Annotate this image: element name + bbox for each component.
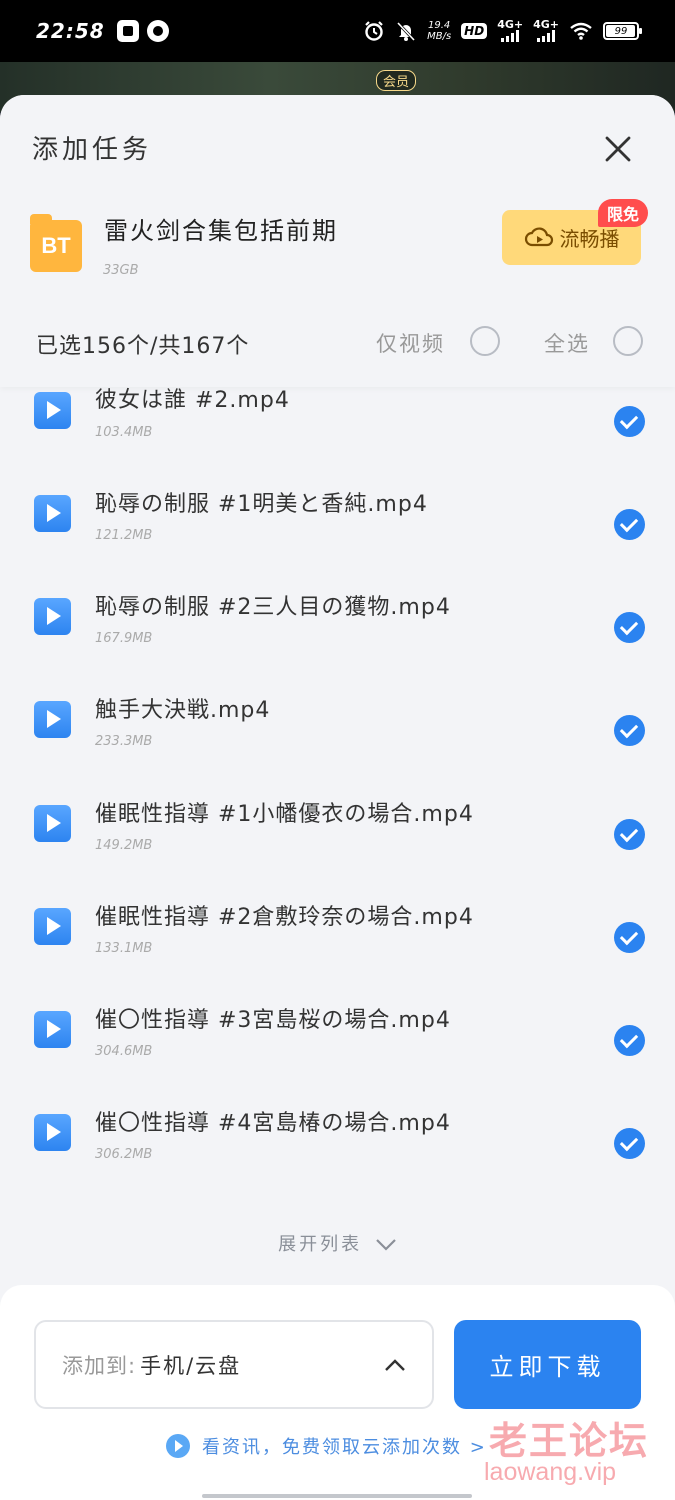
watermark-url: laowang.vip (484, 1458, 617, 1486)
list-item[interactable]: 催眠性指導 #1小幡優衣の場合.mp4 149.2MB (0, 799, 675, 902)
destination-prefix: 添加到: (62, 1353, 137, 1378)
bt-folder-icon: BT (30, 214, 82, 272)
stream-play-label: 流畅播 (559, 227, 620, 251)
file-name: 彼女は誰 #2.mp4 (95, 388, 290, 413)
file-list: 彼女は誰 #2.mp4 103.4MB 恥辱の制服 #1明美と香純.mp4 12… (0, 387, 675, 1211)
select-all-label: 全选 (544, 332, 590, 356)
select-all-radio[interactable] (613, 326, 643, 356)
status-bar: 22:58 19.4 MB/s HD 4G+ 4G+ 99 (0, 0, 675, 62)
checked-icon[interactable] (614, 406, 645, 437)
alarm-icon (365, 21, 383, 41)
net-speed: 19.4 MB/s (427, 20, 452, 42)
list-item[interactable]: 催〇性指導 #4宮島椿の場合.mp4 306.2MB (0, 1108, 675, 1211)
checked-icon[interactable] (614, 509, 645, 540)
video-file-icon (34, 1114, 71, 1151)
promo-text: 看资讯，免费领取云添加次数 > (202, 1437, 487, 1458)
file-name: 触手大決戦.mp4 (95, 698, 271, 723)
close-icon[interactable] (598, 129, 638, 169)
video-file-icon (34, 392, 71, 429)
download-now-button[interactable]: 立即下载 (454, 1320, 641, 1409)
expand-list-label: 展开列表 (278, 1234, 363, 1255)
selection-count: 已选156个/共167个 (36, 334, 250, 359)
file-name: 催眠性指導 #2倉敷玲奈の場合.mp4 (95, 905, 474, 930)
chevron-up-icon (385, 1358, 405, 1371)
destination-value: 手机/云盘 (140, 1353, 242, 1378)
torrent-name: 雷火剑合集包括前期 (104, 217, 338, 245)
add-task-sheet: 添加任务 BT 雷火剑合集包括前期 33GB 流畅播 限免 已选156个/共16… (0, 95, 675, 1500)
list-item[interactable]: 催〇性指導 #3宮島桜の場合.mp4 304.6MB (0, 1005, 675, 1108)
battery-icon: 99 (603, 22, 642, 40)
video-only-label: 仅视频 (376, 332, 445, 356)
torrent-size: 33GB (103, 263, 139, 278)
status-time: 22:58 (36, 19, 105, 43)
app-icon (116, 20, 139, 42)
cloud-play-icon (524, 226, 553, 246)
hd-badge: HD (461, 23, 488, 39)
checked-icon[interactable] (614, 612, 645, 643)
checked-icon[interactable] (614, 1025, 645, 1056)
file-name: 催眠性指導 #1小幡優衣の場合.mp4 (95, 802, 474, 827)
list-item[interactable]: 触手大決戦.mp4 233.3MB (0, 696, 675, 799)
sheet-header: 添加任务 BT 雷火剑合集包括前期 33GB 流畅播 限免 已选156个/共16… (0, 95, 675, 387)
file-size: 304.6MB (95, 1044, 153, 1059)
watermark-title: 老王论坛 (489, 1419, 650, 1463)
expand-list-button[interactable]: 展开列表 (0, 1230, 675, 1256)
file-name: 恥辱の制服 #2三人目の獲物.mp4 (95, 595, 451, 620)
promo-link[interactable]: 看资讯，免费领取云添加次数 > (166, 1433, 487, 1459)
file-name: 恥辱の制服 #1明美と香純.mp4 (95, 492, 428, 517)
video-file-icon (34, 1011, 71, 1048)
file-size: 103.4MB (95, 425, 153, 440)
video-file-icon (34, 598, 71, 635)
checked-icon[interactable] (614, 819, 645, 850)
free-badge: 限免 (598, 199, 649, 227)
home-indicator[interactable] (202, 1494, 472, 1498)
mute-icon (397, 21, 416, 42)
destination-selector[interactable]: 添加到: 手机/云盘 (34, 1320, 434, 1409)
file-size: 167.9MB (95, 631, 153, 646)
file-size: 233.3MB (95, 734, 153, 749)
play-circle-icon (166, 1434, 190, 1458)
status-indicators: 19.4 MB/s HD 4G+ 4G+ 99 (363, 19, 642, 42)
vip-badge: 会员 (376, 70, 417, 91)
signal-icon: 4G+ (497, 19, 523, 42)
video-only-radio[interactable] (470, 326, 500, 356)
browser-icon (146, 20, 169, 42)
video-file-icon (34, 701, 71, 738)
signal-icon-2: 4G+ (533, 19, 559, 42)
file-name: 催〇性指導 #4宮島椿の場合.mp4 (95, 1111, 451, 1136)
wifi-icon (570, 22, 592, 40)
file-size: 121.2MB (95, 528, 153, 543)
list-item[interactable]: 恥辱の制服 #1明美と香純.mp4 121.2MB (0, 490, 675, 593)
file-size: 149.2MB (95, 838, 153, 853)
video-file-icon (34, 908, 71, 945)
video-file-icon (34, 805, 71, 842)
list-item[interactable]: 恥辱の制服 #2三人目の獲物.mp4 167.9MB (0, 593, 675, 696)
file-name: 催〇性指導 #3宮島桜の場合.mp4 (95, 1008, 451, 1033)
checked-icon[interactable] (614, 922, 645, 953)
video-file-icon (34, 495, 71, 532)
checked-icon[interactable] (614, 1128, 645, 1159)
checked-icon[interactable] (614, 715, 645, 746)
list-item[interactable]: 催眠性指導 #2倉敷玲奈の場合.mp4 133.1MB (0, 902, 675, 1005)
file-size: 133.1MB (95, 941, 153, 956)
list-item[interactable]: 彼女は誰 #2.mp4 103.4MB (0, 387, 675, 490)
chevron-down-icon (376, 1239, 396, 1251)
file-size: 306.2MB (95, 1147, 153, 1162)
sheet-title: 添加任务 (32, 135, 153, 165)
